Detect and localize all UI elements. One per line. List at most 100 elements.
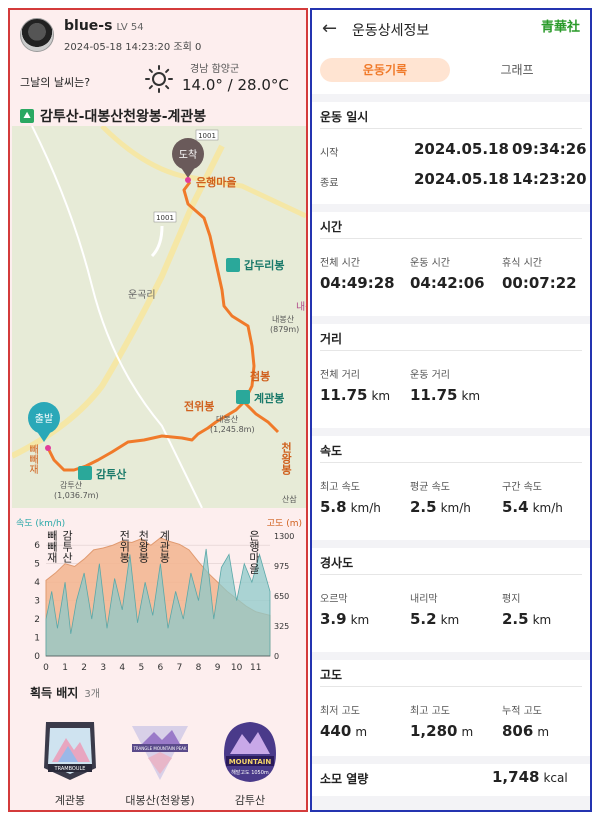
altitude-tick-label: 0 (274, 652, 279, 661)
route-title: 감투산-대봉산천왕봉-계관봉 (40, 109, 207, 125)
elevation-speed-svg: 속도 (km/h) 고도 (m) 0 1 2 3 4 5 6 7 8 9 10 11 0 1 2 3 4 5 6 0 3… (12, 512, 306, 678)
speed-tick-label: 5 (34, 560, 40, 570)
max-speed-value: 5.8 km/h (320, 498, 381, 516)
x-tick-label: 0 (43, 663, 49, 673)
moving-time-label: 운동 시간 (410, 258, 450, 269)
moving-distance-value: 11.75 km (410, 386, 480, 404)
section-divider (312, 94, 590, 102)
map-label-gamtusan: 감투산 (96, 467, 126, 481)
start-time: 09:34:26 (512, 140, 587, 158)
chart-point-label: 천왕봉 (137, 529, 150, 563)
min-altitude-unit: m (355, 725, 368, 739)
elevation-speed-chart: 속도 (km/h) 고도 (m) 0 1 2 3 4 5 6 7 8 9 10 11 0 1 2 3 4 5 6 0 3… (12, 512, 306, 678)
badge-gamtusan-label: 감투산 (234, 794, 266, 807)
badge-gyegwanbong[interactable]: TRAMBOULE 계관봉 (30, 718, 110, 808)
cumulative-altitude-value: 806 m (502, 722, 549, 740)
total-time-label: 전체 시간 (320, 258, 360, 269)
flat-value: 2.5 km (502, 610, 551, 628)
badge-gamtusan-art-text: MOUNTAIN (229, 758, 272, 766)
x-tick-label: 6 (158, 663, 164, 673)
section-title-datetime: 운동 일시 (320, 110, 369, 124)
downhill-number: 5.2 (410, 610, 437, 628)
min-altitude-label: 최저 고도 (320, 706, 360, 717)
tab-exercise-record[interactable]: 운동기록 (320, 58, 450, 82)
back-arrow-icon[interactable]: ← (322, 18, 337, 39)
chart-point-label: 계관봉 (158, 530, 171, 563)
badge-gamtusan-art: MOUNTAIN 해발고도 1050m (224, 722, 276, 782)
speed-tick-label: 4 (34, 578, 40, 588)
section-rule (320, 462, 582, 463)
total-time-value: 04:49:28 (320, 274, 395, 292)
screenshot-frame: blue-s LV 54 2024-05-18 14:23:20 조회 0 그날의… (0, 0, 600, 820)
user-level: LV 54 (116, 22, 144, 33)
chart-point-label: 감투산 (61, 530, 74, 563)
gamtusan-icon (78, 466, 92, 480)
section-title-duration: 시간 (320, 220, 343, 234)
map-label-ungokri: 운곡리 (128, 289, 156, 301)
section-divider (312, 540, 590, 548)
section-divider (312, 428, 590, 436)
weather-question: 그날의 날씨는? (20, 76, 91, 89)
altitude-tick-label: 1300 (274, 532, 294, 541)
end-label: 종료 (320, 178, 339, 189)
max-speed-unit: km/h (350, 501, 381, 515)
end-date: 2024.05.18 (414, 170, 509, 188)
detail-tabs: 운동기록 그래프 (320, 58, 582, 82)
badge-daebongsan[interactable]: TRANGLE MOUNTAIN PEAK 대봉산(천왕봉) (120, 718, 200, 808)
map-label-eunhaeng: 은행마을 (196, 175, 236, 189)
avg-speed-value: 2.5 km/h (410, 498, 471, 516)
map-label-naejong: 내종 (296, 301, 306, 313)
route-map-svg[interactable]: 1001 1001 은행마을 갑두리봉 내종 내봉산 (879m) 운곡리 첨봉… (10, 124, 306, 509)
badges-header: 획득 배지 3개 (30, 684, 100, 701)
chart-point-label: 전위봉 (118, 530, 131, 563)
section-divider (312, 756, 590, 764)
total-distance-number: 11.75 (320, 386, 368, 404)
map-label-gamtusan-small: 감투산 (60, 480, 83, 490)
speed-tick-label: 2 (34, 615, 40, 625)
badges-title: 획득 배지 (30, 686, 79, 700)
badge-daebongsan-art: TRANGLE MOUNTAIN PEAK (132, 726, 188, 780)
flat-number: 2.5 (502, 610, 529, 628)
end-time: 14:23:20 (512, 170, 587, 188)
downhill-unit: km (440, 613, 460, 627)
section-rule (320, 686, 582, 687)
total-distance-label: 전체 거리 (320, 370, 360, 381)
uphill-value: 3.9 km (320, 610, 369, 628)
x-tick-label: 1 (62, 663, 68, 673)
max-altitude-value: 1,280 m (410, 722, 473, 740)
speed-axis-label: 속도 (km/h) (16, 518, 65, 529)
flat-label: 평지 (502, 594, 521, 605)
route-map[interactable]: 1001 1001 은행마을 갑두리봉 내종 내봉산 (879m) 운곡리 첨봉… (10, 124, 306, 509)
map-label-cheonwangbong: 천왕봉 (280, 441, 293, 476)
avg-speed-unit: km/h (440, 501, 471, 515)
x-tick-label: 8 (196, 663, 202, 673)
speed-tick-label: 0 (34, 652, 40, 662)
username-text: blue-s (64, 18, 113, 34)
x-tick-label: 2 (81, 663, 87, 673)
profile-header: blue-s LV 54 2024-05-18 14:23:20 조회 0 (18, 16, 298, 56)
calories-unit: kcal (543, 771, 568, 785)
speed-tick-label: 3 (34, 597, 40, 607)
speed-tick-label: 6 (34, 541, 40, 551)
tab-graph[interactable]: 그래프 (452, 58, 582, 82)
weather-temperature: 14.0° / 28.0°C (182, 76, 289, 94)
uphill-number: 3.9 (320, 610, 347, 628)
road-number-1001-a-text: 1001 (198, 132, 216, 140)
badge-gyegwanbong-art: TRAMBOULE (44, 722, 96, 780)
section-title-speed: 속도 (320, 444, 343, 458)
detail-header: ← 운동상세정보 青華社 (312, 10, 590, 50)
calories-label: 소모 열량 (320, 772, 369, 786)
max-speed-number: 5.8 (320, 498, 347, 516)
section-divider (312, 204, 590, 212)
post-meta: 2024-05-18 14:23:20 조회 0 (64, 42, 202, 53)
avatar[interactable] (20, 18, 54, 52)
cumulative-altitude-label: 누적 고도 (502, 706, 542, 717)
x-tick-label: 10 (231, 663, 243, 673)
x-tick-label: 9 (215, 663, 221, 673)
altitude-axis-label: 고도 (m) (267, 519, 302, 529)
gyegwanbong-icon (236, 390, 250, 404)
rest-time-label: 휴식 시간 (502, 258, 542, 269)
badge-gamtusan[interactable]: MOUNTAIN 해발고도 1050m 감투산 (210, 718, 290, 808)
chart-point-label: 빼빼재 (45, 530, 58, 563)
map-label-daebongsan-height: (1,245.8m) (210, 425, 255, 434)
